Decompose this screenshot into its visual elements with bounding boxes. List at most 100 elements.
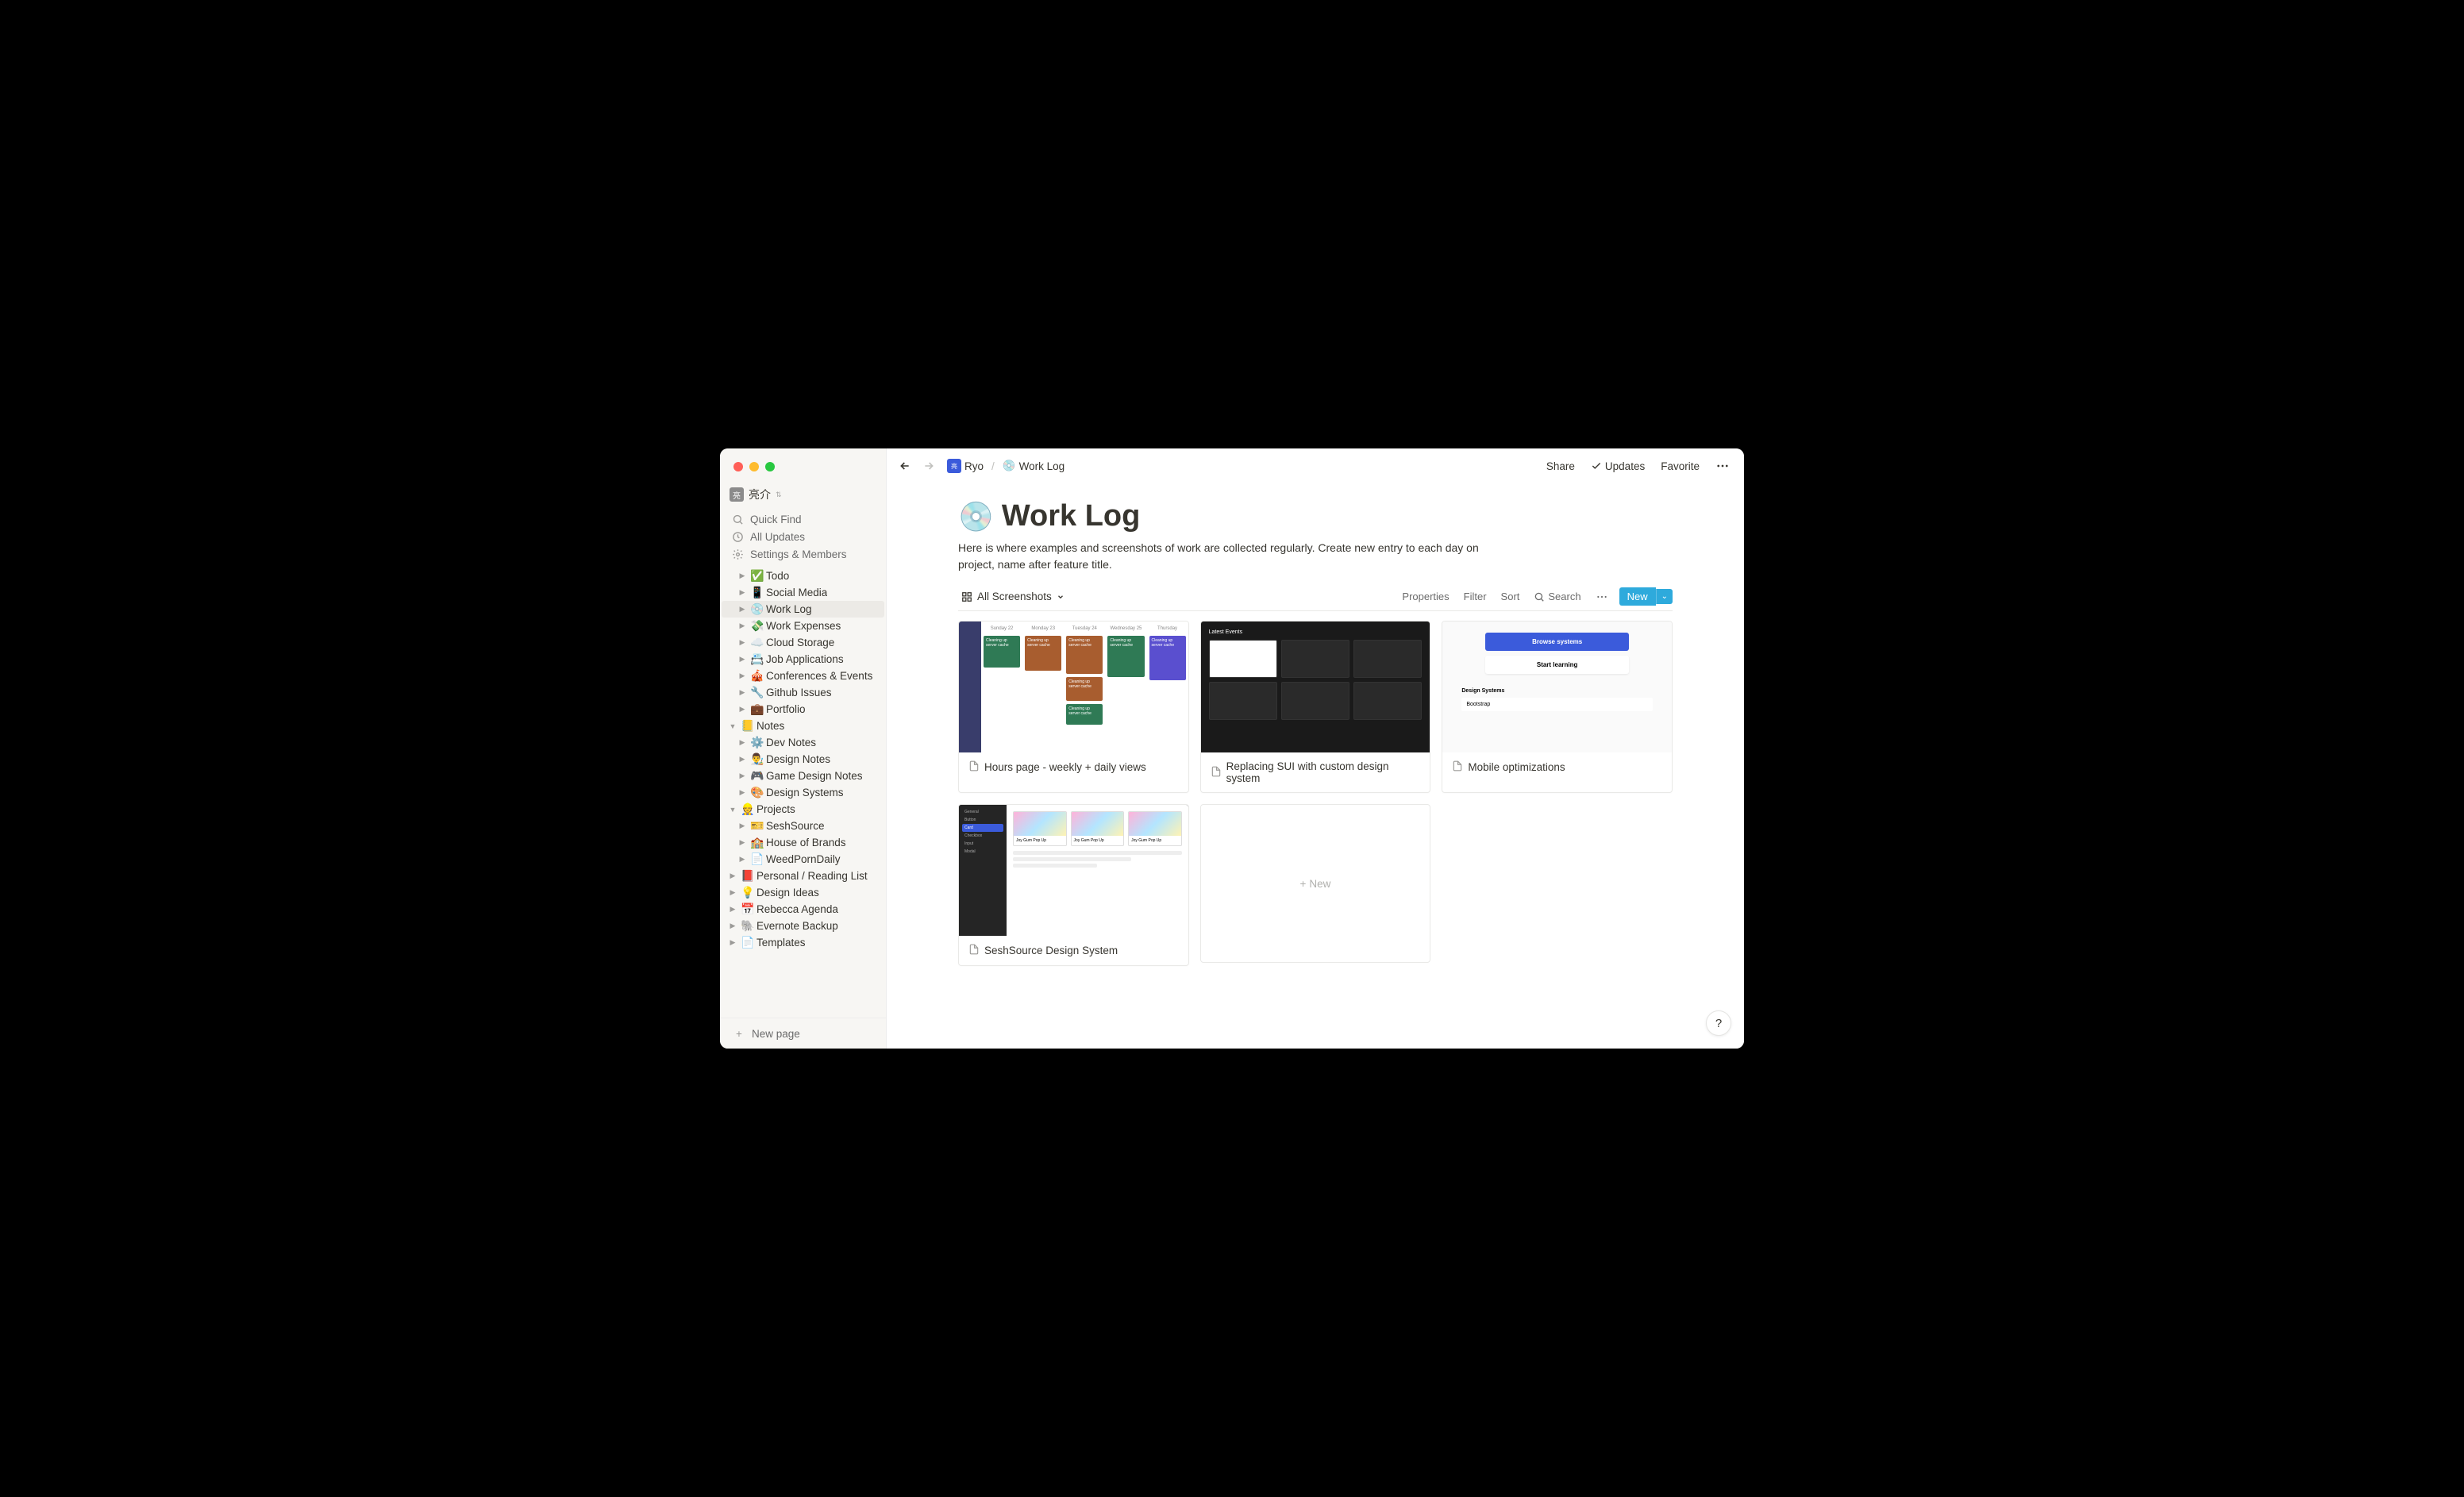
quick-find[interactable]: Quick Find: [725, 510, 881, 528]
more-menu[interactable]: [1711, 456, 1734, 476]
item-emoji: 📱: [750, 586, 764, 599]
sidebar-item[interactable]: ▶📄Templates: [722, 934, 884, 951]
settings-members[interactable]: Settings & Members: [725, 545, 881, 563]
item-emoji: 🏫: [750, 836, 764, 849]
sidebar-item[interactable]: ▶👨‍🎨Design Notes: [722, 751, 884, 768]
sidebar-item[interactable]: ▶🎪Conferences & Events: [722, 668, 884, 684]
crumb-page[interactable]: 💿 Work Log: [999, 458, 1068, 474]
toggle-icon[interactable]: ▶: [726, 903, 739, 916]
sidebar-item[interactable]: ▶🎫SeshSource: [722, 818, 884, 834]
new-page-button[interactable]: + New page: [726, 1025, 880, 1042]
toggle-icon[interactable]: ▶: [736, 770, 749, 783]
sidebar-item[interactable]: ▶🏫House of Brands: [722, 834, 884, 851]
item-emoji: 📅: [741, 902, 755, 916]
filter-button[interactable]: Filter: [1461, 589, 1490, 604]
crumb-label: Work Log: [1019, 460, 1065, 472]
crumb-root[interactable]: 亮 Ryo: [944, 457, 987, 475]
sidebar-item[interactable]: ▶📄WeedPornDaily: [722, 851, 884, 868]
sort-button[interactable]: Sort: [1498, 589, 1523, 604]
workspace-switcher[interactable]: 亮 亮介 ⇅: [720, 483, 886, 509]
toggle-icon[interactable]: ▶: [736, 687, 749, 699]
item-label: WeedPornDaily: [766, 853, 841, 865]
minimize-icon[interactable]: [749, 462, 759, 471]
close-icon[interactable]: [733, 462, 743, 471]
favorite-button[interactable]: Favorite: [1656, 457, 1704, 475]
sidebar-item[interactable]: ▶⚙️Dev Notes: [722, 734, 884, 751]
sidebar-item[interactable]: ▶🐘Evernote Backup: [722, 918, 884, 934]
search-icon: [731, 513, 744, 525]
view-selector[interactable]: All Screenshots: [958, 589, 1068, 604]
gallery: Sunday 22Cleaning up server cacheMonday …: [958, 621, 1673, 966]
sidebar-item[interactable]: ▶📅Rebecca Agenda: [722, 901, 884, 918]
sidebar-item[interactable]: ▶💡Design Ideas: [722, 884, 884, 901]
gallery-card[interactable]: Sunday 22Cleaning up server cacheMonday …: [958, 621, 1189, 793]
toggle-icon[interactable]: ▶: [736, 587, 749, 599]
updates-button[interactable]: Updates: [1586, 457, 1650, 475]
sidebar-item[interactable]: ▶📕Personal / Reading List: [722, 868, 884, 884]
toggle-icon[interactable]: ▶: [736, 787, 749, 799]
help-button[interactable]: ?: [1706, 1010, 1731, 1036]
new-dropdown[interactable]: ⌄: [1656, 589, 1673, 604]
toggle-icon[interactable]: ▶: [736, 637, 749, 649]
gallery-card[interactable]: GeneralButtonCardCheckboxInputModalJoy G…: [958, 804, 1189, 966]
toggle-icon[interactable]: ▶: [726, 920, 739, 933]
toggle-icon[interactable]: ▶: [726, 870, 739, 883]
view-more[interactable]: [1592, 589, 1611, 605]
document-icon: [968, 760, 980, 774]
item-emoji: 🔧: [750, 686, 764, 699]
gallery-card[interactable]: Latest EventsReplacing SUI with custom d…: [1200, 621, 1431, 793]
all-updates[interactable]: All Updates: [725, 528, 881, 545]
sidebar-item[interactable]: ▶💸Work Expenses: [722, 618, 884, 634]
page-title[interactable]: Work Log: [1002, 499, 1141, 533]
sidebar-item[interactable]: ▶📇Job Applications: [722, 651, 884, 668]
toggle-icon[interactable]: ▶: [736, 570, 749, 583]
search-button[interactable]: Search: [1530, 589, 1584, 604]
sidebar-item[interactable]: ▶✅Todo: [722, 568, 884, 584]
new-button[interactable]: New: [1619, 587, 1656, 606]
toggle-icon[interactable]: ▶: [736, 670, 749, 683]
item-label: Work Log: [766, 603, 812, 615]
sidebar-item[interactable]: ▶🔧Github Issues: [722, 684, 884, 701]
page-content: 💿 Work Log Here is where examples and sc…: [887, 483, 1744, 1049]
toggle-icon[interactable]: ▶: [726, 887, 739, 899]
nav-label: Settings & Members: [750, 548, 847, 560]
nav-label: Quick Find: [750, 514, 802, 525]
document-icon: [1211, 766, 1222, 779]
toggle-icon[interactable]: ▶: [736, 820, 749, 833]
page-description[interactable]: Here is where examples and screenshots o…: [958, 540, 1514, 573]
gallery-icon: [961, 591, 972, 602]
toggle-icon[interactable]: ▶: [736, 653, 749, 666]
sidebar-item[interactable]: ▼📒Notes: [722, 718, 884, 734]
item-label: Notes: [757, 720, 784, 732]
toggle-icon[interactable]: ▼: [726, 803, 739, 816]
toggle-icon[interactable]: ▶: [736, 753, 749, 766]
share-button[interactable]: Share: [1542, 457, 1580, 475]
item-label: Portfolio: [766, 703, 806, 715]
item-emoji: 🐘: [741, 919, 755, 933]
sidebar-item[interactable]: ▶💼Portfolio: [722, 701, 884, 718]
toggle-icon[interactable]: ▶: [736, 837, 749, 849]
properties-button[interactable]: Properties: [1399, 589, 1452, 604]
sidebar-item[interactable]: ▶🎨Design Systems: [722, 784, 884, 801]
gallery-card[interactable]: Browse systemsStart learningDesign Syste…: [1442, 621, 1673, 793]
nav-forward[interactable]: [920, 457, 937, 475]
toggle-icon[interactable]: ▶: [736, 703, 749, 716]
sidebar-item[interactable]: ▶☁️Cloud Storage: [722, 634, 884, 651]
toggle-icon[interactable]: ▶: [726, 937, 739, 949]
card-title: Mobile optimizations: [1468, 761, 1565, 773]
add-card[interactable]: +New: [1200, 804, 1431, 963]
sidebar-item[interactable]: ▶🎮Game Design Notes: [722, 768, 884, 784]
toggle-icon[interactable]: ▶: [736, 603, 749, 616]
workspace-icon: 亮: [730, 487, 744, 502]
sidebar-item[interactable]: ▼👷Projects: [722, 801, 884, 818]
zoom-icon[interactable]: [765, 462, 775, 471]
sidebar-item[interactable]: ▶📱Social Media: [722, 584, 884, 601]
toggle-icon[interactable]: ▶: [736, 853, 749, 866]
toggle-icon[interactable]: ▶: [736, 737, 749, 749]
toggle-icon[interactable]: ▶: [736, 620, 749, 633]
sidebar-item[interactable]: ▶💿Work Log: [722, 601, 884, 618]
nav-back[interactable]: [896, 457, 914, 475]
item-emoji: ⚙️: [750, 736, 764, 749]
toggle-icon[interactable]: ▼: [726, 720, 739, 733]
page-icon[interactable]: 💿: [958, 500, 994, 533]
